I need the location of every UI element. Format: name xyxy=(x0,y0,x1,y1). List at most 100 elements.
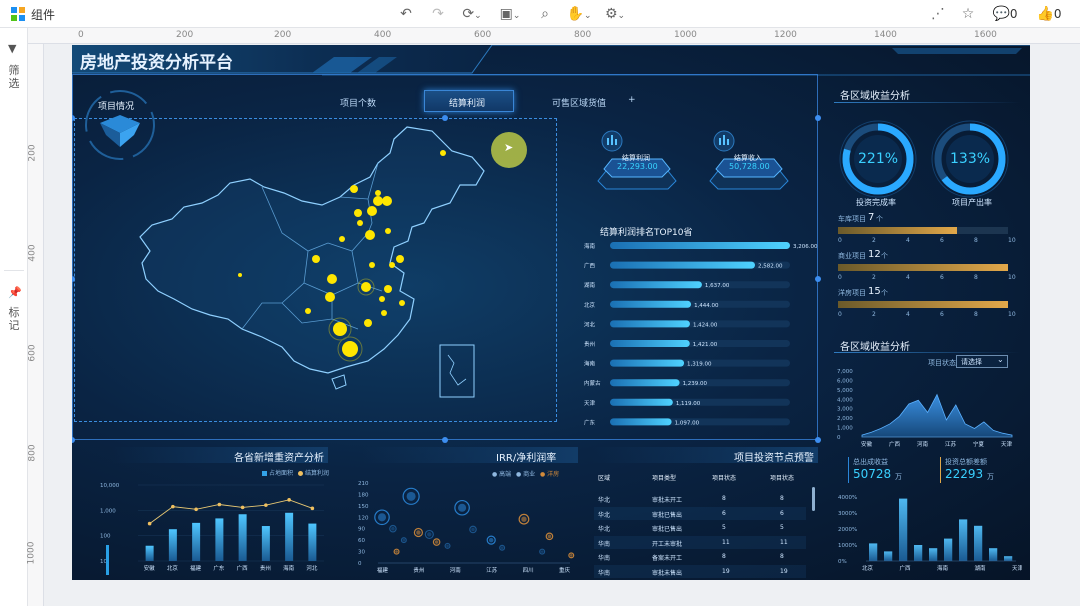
gauge-completion-label: 投资完成率 xyxy=(856,198,896,207)
table-row[interactable] xyxy=(594,492,806,505)
save-icon[interactable]: ▣⌄ xyxy=(496,5,524,23)
mark-label[interactable]: 标记 xyxy=(7,306,21,332)
ruler-tick: 1400 xyxy=(874,30,897,40)
pin-icon[interactable]: 📌 xyxy=(8,286,22,299)
progress-num: 12 xyxy=(868,249,881,260)
top10-category-label: 北京 xyxy=(584,301,596,309)
area-x-tick-label: 天津 xyxy=(1001,441,1013,448)
progress-tick-label: 4 xyxy=(906,311,910,318)
area-series xyxy=(861,393,1013,438)
progress-unit: 个 xyxy=(881,252,888,260)
progress-tick-label: 2 xyxy=(872,237,876,244)
pct-bar xyxy=(944,538,953,561)
undo-icon[interactable]: ↶ xyxy=(398,5,414,23)
irr-bubble-chart[interactable]: 0 30 60 90 120 150 180 210 福建 贵州 河南 江苏 四川 重庆 xyxy=(358,477,578,579)
tab-project-count[interactable]: 项目个数 xyxy=(340,96,376,109)
top10-bar xyxy=(610,320,690,328)
pct-bar xyxy=(884,551,893,561)
area-y-tick-label: 5,000 xyxy=(837,388,853,394)
ruler-tick: 200 xyxy=(274,30,292,40)
ruler-tick: 400 xyxy=(374,30,392,40)
comment-button[interactable]: 💬0 xyxy=(990,5,1020,23)
table-cell: 审批未开工 xyxy=(652,497,683,504)
tab-saleable-value[interactable]: 可售区域货值 xyxy=(552,96,606,109)
resize-handle[interactable] xyxy=(72,437,75,443)
tab-add-button[interactable]: + xyxy=(628,95,636,105)
province-y-tick-label: 100 xyxy=(100,534,111,540)
ruler-tick: 600 xyxy=(27,344,38,362)
table-cell: 6 xyxy=(780,509,784,517)
top10-value-label: 1,421.00 xyxy=(693,342,718,348)
irr-y-tick-label: 60 xyxy=(358,538,365,544)
top10-bar-chart[interactable]: 海南 3,206.00 广西 2,582.00 湖南 1,637.00 北京 1,444.00… xyxy=(582,237,822,437)
pct-bar xyxy=(899,498,908,561)
top10-value-label: 1,637.00 xyxy=(705,283,730,289)
resize-handle[interactable] xyxy=(815,115,821,121)
progress-tick-label: 8 xyxy=(974,274,978,281)
dashboard[interactable]: 房地产投资分析平台 项目情况 项目个数 结算利润 可售区域货值 + ➤ 结算利润… xyxy=(72,45,1030,580)
favorite-star-icon[interactable]: ☆ xyxy=(960,5,976,23)
table-scrollbar[interactable] xyxy=(812,487,815,511)
pct-bar xyxy=(869,543,878,561)
top10-category-label: 内蒙古 xyxy=(584,379,601,387)
ruler-tick: 400 xyxy=(27,244,38,262)
table-cell: 11 xyxy=(722,538,730,546)
ruler-tick: 200 xyxy=(27,144,38,162)
pct-x-tick-label: 广西 xyxy=(900,564,912,572)
resize-handle[interactable] xyxy=(442,115,448,121)
table-cell: 19 xyxy=(722,567,730,575)
node-warning-table[interactable]: 区域 项目类型 项目状态 项目状态 华北 审批未开工 8 8 华北 审批已售出 6 6 华北 审批已售出 5… xyxy=(594,473,816,578)
yield-value: 50728 xyxy=(853,467,892,481)
refresh-icon[interactable]: ⟳⌄ xyxy=(458,5,486,23)
irr-chart-title: IRR/净利润率 xyxy=(496,453,557,464)
table-row[interactable] xyxy=(594,535,806,549)
resize-handle[interactable] xyxy=(815,437,821,443)
progress-tick-label: 6 xyxy=(940,237,944,244)
irr-y-tick-label: 180 xyxy=(358,492,369,498)
province-profit-point xyxy=(287,498,291,502)
pct-y-tick-label: 4000% xyxy=(838,495,857,501)
china-map[interactable] xyxy=(132,123,492,423)
progress-fill-villa xyxy=(838,301,1008,308)
progress-tick-label: 10 xyxy=(1008,274,1016,281)
top10-category-label: 贵州 xyxy=(584,340,595,348)
pct-x-tick-label: 北京 xyxy=(862,564,874,572)
table-row[interactable] xyxy=(594,564,806,578)
pct-bar xyxy=(914,545,923,561)
table-cell: 华北 xyxy=(598,511,611,519)
progress-tick-label: 2 xyxy=(872,274,876,281)
progress-tick-label: 8 xyxy=(974,311,978,318)
top10-value-label: 1,097.00 xyxy=(675,420,700,426)
settings-gear-icon[interactable]: ⚙⌄ xyxy=(600,5,630,23)
like-button[interactable]: 👍0 xyxy=(1034,5,1064,23)
progress-ticks: 0 2 4 6 8 10 xyxy=(838,274,1016,283)
resize-handle[interactable] xyxy=(442,437,448,443)
top10-value-label: 1,424.00 xyxy=(693,322,718,328)
top10-bar xyxy=(610,300,692,308)
filter-icon[interactable]: ▼ xyxy=(8,42,16,55)
table-cell: 8 xyxy=(780,553,784,560)
region-area-chart[interactable]: 0 1,000 2,000 3,000 4,000 5,000 6,000 7,000 安徽 广西… xyxy=(836,365,1022,453)
progress-tick-label: 8 xyxy=(974,237,978,244)
progress-fill-garage xyxy=(838,227,957,234)
tab-settled-profit[interactable]: 结算利润 xyxy=(424,90,514,112)
table-row[interactable] xyxy=(594,550,806,563)
province-bar-line-chart[interactable]: 101001,00010,000安徽 北京 福建 广东 广西 贵州 海南 河北 xyxy=(98,475,338,579)
table-row[interactable] xyxy=(594,506,806,520)
province-profit-point xyxy=(217,502,222,507)
table-row[interactable] xyxy=(594,521,806,534)
hand-tool-icon[interactable]: ✋⌄ xyxy=(565,5,593,23)
filter-label[interactable]: 筛选 xyxy=(7,64,21,90)
irr-x-tick-label: 四川 xyxy=(523,567,534,574)
yield-label: 总出成收益 xyxy=(853,458,888,466)
map-label: 项目情况 xyxy=(98,102,135,112)
area-y-tick-label: 4,000 xyxy=(837,397,853,403)
redo-icon[interactable]: ↷ xyxy=(430,5,446,23)
dashboard-title: 房地产投资分析平台 xyxy=(80,53,233,73)
region-percent-bar-chart[interactable]: 0% 1000% 2000% 3000% 4000% 北京 广西 海南 湖南 天津 xyxy=(836,489,1022,575)
top10-value-label: 1,319.00 xyxy=(687,362,712,368)
irr-y-tick-label: 0 xyxy=(358,561,362,567)
share-icon[interactable]: ⋰ xyxy=(930,5,946,23)
zoom-fit-icon[interactable]: ⌕ xyxy=(536,5,554,23)
table-cell: 开工未审批 xyxy=(652,540,683,548)
